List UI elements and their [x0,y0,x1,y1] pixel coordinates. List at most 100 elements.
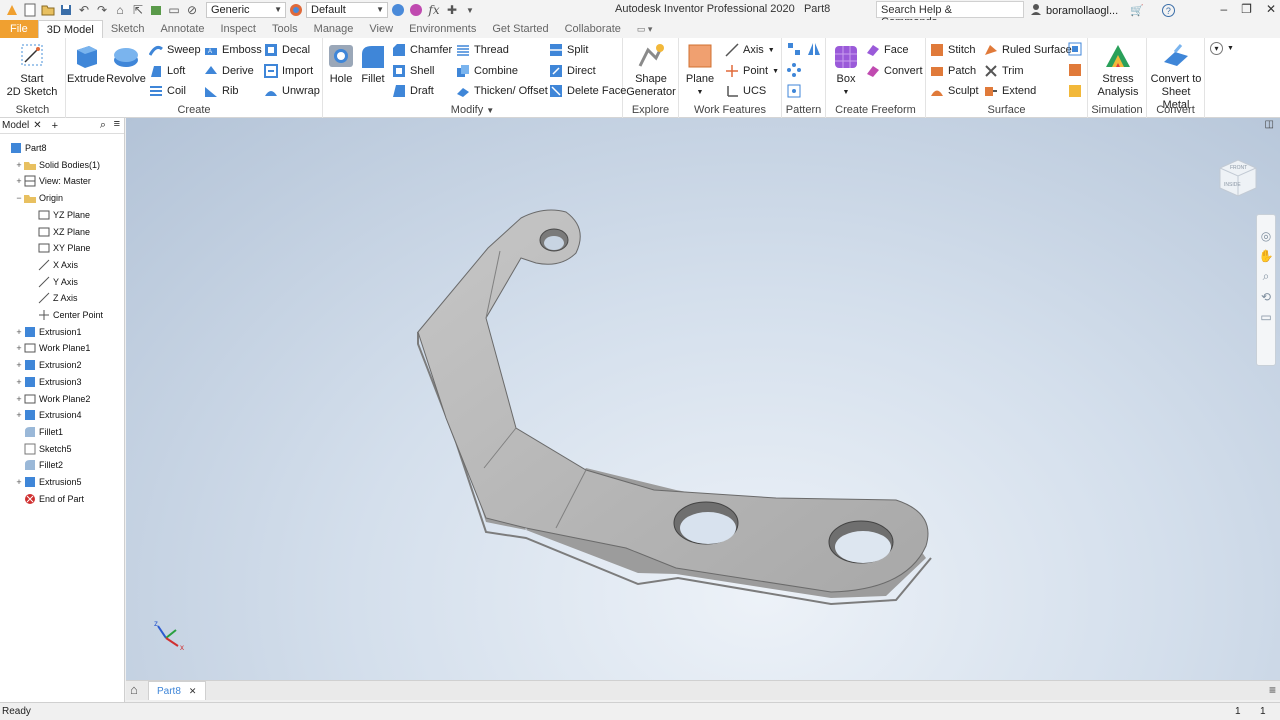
browser-tree-row[interactable]: Fillet2 [0,457,63,473]
appearance-icon[interactable] [288,2,304,18]
close-icon[interactable]: ✕ [189,686,197,697]
trim-button[interactable]: Trim [984,64,1024,78]
start-2d-sketch-button[interactable]: Start 2D Sketch [6,42,58,99]
customize-icon[interactable]: ▼ [462,2,478,18]
browser-tree-row[interactable]: Center Point [0,307,103,323]
coil-button[interactable]: Coil [149,84,186,98]
browser-title[interactable]: Model [2,120,29,131]
delete-face-button[interactable]: Delete Face [549,84,626,98]
extrude-button[interactable]: Extrude [67,42,105,86]
fit-mesh-face-button[interactable] [1068,84,1082,98]
browser-tree-row[interactable]: + Solid Bodies(1) [0,157,100,173]
browser-tree-row[interactable]: End of Part [0,491,84,507]
tab-get-started[interactable]: Get Started [484,20,556,38]
browser-tree-row[interactable]: + Work Plane1 [0,340,90,356]
expand-toggle-icon[interactable]: + [14,343,24,353]
modify-panel-title[interactable]: Modify ▼ [323,104,622,116]
expand-toggle-icon[interactable]: + [14,360,24,370]
browser-tree-row[interactable]: + Work Plane2 [0,391,90,407]
ribbon-extras-button[interactable]: ▾ ▼ [1210,42,1234,55]
repair-bodies-button[interactable] [1068,63,1082,77]
expand-toggle-icon[interactable]: − [14,193,24,203]
appearance-combo[interactable]: Default ▼ [306,2,388,18]
pan-icon[interactable]: ✋ [1259,249,1274,263]
document-tab-part8[interactable]: Part8 ✕ [148,681,206,700]
tab-inspect[interactable]: Inspect [213,20,264,38]
browser-tree-row[interactable]: X Axis [0,257,78,273]
browser-tree-row[interactable]: + View: Master [0,173,91,189]
circular-pattern-button[interactable] [787,63,801,77]
maximize-icon[interactable]: ❐ [1241,2,1252,16]
browser-tree-row[interactable]: Y Axis [0,274,78,290]
browser-tree-row[interactable]: + Extrusion5 [0,474,82,490]
browser-tree-row[interactable]: + Extrusion1 [0,324,82,340]
shape-generator-button[interactable]: Shape Generator [625,42,677,99]
tab-annotate[interactable]: Annotate [152,20,212,38]
open-icon[interactable] [40,2,56,18]
mirror-button[interactable] [807,42,821,56]
rib-button[interactable]: Rib [204,84,239,98]
expand-toggle-icon[interactable]: + [14,377,24,387]
full-navigation-wheel-icon[interactable]: ◎ [1261,229,1271,243]
help-search-input[interactable]: Search Help & Commands... [876,1,1024,28]
adjust-icon[interactable] [408,2,424,18]
convert-freeform-button[interactable]: Convert [866,64,923,78]
browser-tree-row[interactable]: XY Plane [0,240,90,256]
help-icon[interactable]: ? [1161,4,1175,17]
ruled-surface-button[interactable]: Ruled Surface [984,43,1072,57]
extend-button[interactable]: Extend [984,84,1036,98]
browser-tree-row[interactable]: Sketch5 [0,441,72,457]
tab-tools[interactable]: Tools [264,20,306,38]
minimize-icon[interactable]: – [1220,2,1227,16]
add-icon[interactable]: + [52,120,58,132]
axis-button[interactable]: Axis ▼ [725,43,775,57]
expand-toggle-icon[interactable]: + [14,160,24,170]
home-icon[interactable]: ⌂ [112,2,128,18]
select-icon[interactable]: ⇱ [130,2,146,18]
draft-button[interactable]: Draft [392,84,434,98]
browser-tree-row[interactable]: + Extrusion2 [0,357,82,373]
menu-icon[interactable]: ≡ [114,118,120,130]
hole-button[interactable]: Hole [326,42,356,86]
ribbon-options-icon[interactable]: ▭ ▾ [629,20,661,38]
close-icon[interactable]: ✕ [33,120,41,131]
tab-collaborate[interactable]: Collaborate [557,20,629,38]
home-icon[interactable]: ⌂ [130,682,138,697]
browser-tree-row[interactable]: Part8 [0,140,47,156]
revolve-button[interactable]: Revolve [106,42,146,86]
tab-manage[interactable]: Manage [306,20,362,38]
ucs-button[interactable]: UCS [725,84,766,98]
zoom-icon[interactable]: ⌕ [1263,269,1270,284]
split-button[interactable]: Split [549,43,588,57]
emboss-button[interactable]: A Emboss [204,43,262,57]
fillet-button[interactable]: Fillet [358,42,388,86]
plane-button[interactable]: Plane ▼ [683,42,717,99]
stress-analysis-button[interactable]: Stress Analysis [1090,42,1146,99]
clear-appearance-icon[interactable] [390,2,406,18]
rectangular-pattern-button[interactable] [787,42,801,56]
graphics-viewport[interactable]: z x FRONT INSIDE ◎ ✋ ⌕ ⟲ ▭ ◫ [126,118,1280,680]
point-button[interactable]: Point ▼ [725,64,779,78]
combine-button[interactable]: Combine [456,64,518,78]
measure-icon[interactable]: ▭ [166,2,182,18]
patch-button[interactable]: Patch [930,64,976,78]
look-at-icon[interactable]: ▭ [1260,310,1271,324]
update-icon[interactable] [148,2,164,18]
box-button[interactable]: Box ▼ [830,42,862,99]
stitch-button[interactable]: Stitch [930,43,976,57]
browser-tree-row[interactable]: XZ Plane [0,224,90,240]
sweep-button[interactable]: Sweep [149,43,201,57]
expand-toggle-icon[interactable]: + [14,410,24,420]
tab-environments[interactable]: Environments [401,20,484,38]
viewport-maximize-icon[interactable]: ◫ [1265,119,1274,130]
view-cube[interactable]: FRONT INSIDE [1216,156,1260,200]
derive-button[interactable]: Derive [204,64,254,78]
save-icon[interactable] [58,2,74,18]
tab-view[interactable]: View [361,20,401,38]
material-combo[interactable]: Generic ▼ [206,2,286,18]
browser-tree-row[interactable]: Z Axis [0,290,78,306]
browser-tree-row[interactable]: Fillet1 [0,424,63,440]
expand-toggle-icon[interactable]: + [14,327,24,337]
add-icon[interactable]: ✚ [444,2,460,18]
undo-icon[interactable]: ↶ [76,2,92,18]
